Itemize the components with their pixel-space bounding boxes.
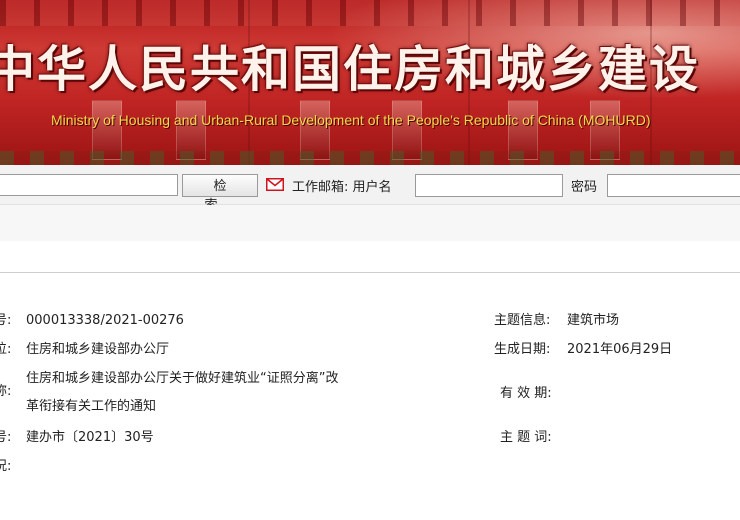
doc-status-label: 况:	[0, 459, 12, 474]
content-header-band	[0, 205, 740, 241]
work-email-label: 工作邮箱: 用户名	[292, 180, 392, 195]
doc-validity-label: 有 效 期:	[500, 386, 552, 401]
doc-name-label: 称:	[0, 384, 12, 399]
site-banner: 中华人民共和国住房和城乡建设 Ministry of Housing and U…	[0, 0, 740, 165]
password-input[interactable]	[607, 174, 740, 197]
doc-number-value: 建办市〔2021〕30号	[26, 430, 154, 445]
search-login-bar: 检索 工作邮箱: 用户名 密码	[0, 165, 740, 213]
password-label: 密码	[571, 180, 598, 195]
doc-index-label: 号:	[0, 313, 12, 328]
envelope-icon	[266, 178, 284, 191]
doc-publisher-value: 住房和城乡建设部办公厅	[26, 342, 170, 357]
doc-topic-value: 建筑市场	[567, 313, 620, 328]
doc-date-value: 2021年06月29日	[567, 342, 673, 357]
username-input[interactable]	[415, 174, 563, 197]
doc-index-value: 000013338/2021-00276	[26, 313, 184, 328]
doc-publisher-label: 位:	[0, 342, 12, 357]
search-button[interactable]: 检索	[182, 174, 258, 213]
doc-number-label: 号:	[0, 430, 12, 445]
doc-name-value-line2: 革衔接有关工作的通知	[26, 399, 157, 414]
banner-subtitle: Ministry of Housing and Urban-Rural Deve…	[51, 112, 651, 128]
doc-date-label: 生成日期:	[494, 342, 551, 357]
doc-topic-label: 主题信息:	[494, 313, 551, 328]
doc-name-value-line1: 住房和城乡建设部办公厅关于做好建筑业“证照分离”改	[26, 371, 339, 386]
banner-trees	[0, 151, 740, 165]
banner-title: 中华人民共和国住房和城乡建设	[0, 41, 701, 98]
banner-building-roof	[0, 0, 740, 26]
doc-keywords-label: 主 题 词:	[500, 430, 552, 445]
search-input[interactable]	[0, 174, 178, 196]
content-divider	[0, 272, 740, 273]
